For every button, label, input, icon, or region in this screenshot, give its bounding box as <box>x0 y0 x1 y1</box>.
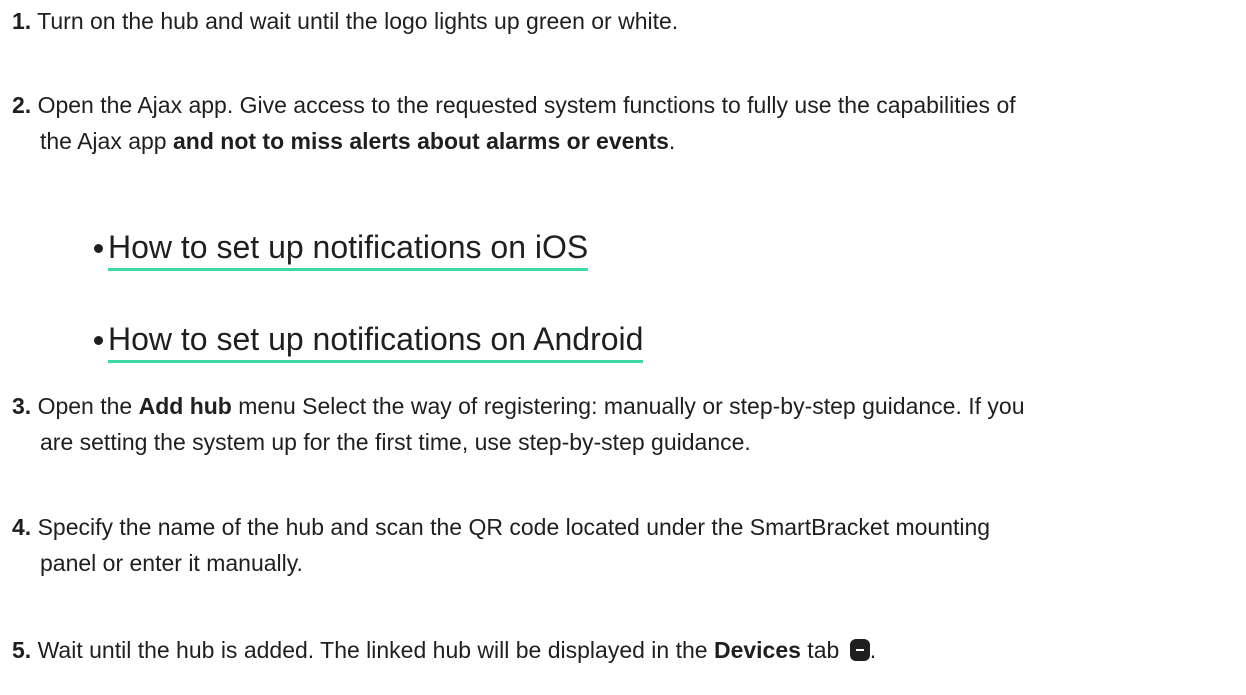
step-text: Specify the name of the hub and scan the… <box>37 514 991 540</box>
step-4: 4. Specify the name of the hub and scan … <box>12 509 1237 581</box>
bullet-icon <box>94 244 103 253</box>
instruction-document: 1. Turn on the hub and wait until the lo… <box>0 0 1246 695</box>
step-5: 5. Wait until the hub is added. The link… <box>12 632 1237 668</box>
step-line: the Ajax app and not to miss alerts abou… <box>12 123 1237 159</box>
step-text: tab <box>800 637 840 663</box>
step-text: are setting the system up for the first … <box>40 429 751 455</box>
step-text: panel or enter it manually. <box>40 550 303 576</box>
step-text: Open the Ajax app. Give access to the re… <box>37 92 1016 118</box>
step-line: are setting the system up for the first … <box>12 424 1237 460</box>
step-text: the Ajax app <box>40 128 173 154</box>
step-line: 3. Open the Add hub menu Select the way … <box>12 388 1237 424</box>
step-text: Open the <box>37 393 139 419</box>
step-number: 5. <box>12 637 32 663</box>
bullet-icon <box>94 336 103 345</box>
step-line: panel or enter it manually. <box>12 545 1237 581</box>
step-text: . <box>869 637 877 663</box>
step-text: Turn on the hub and wait until the logo … <box>37 8 679 34</box>
devices-tab-icon <box>849 639 870 661</box>
step-1: 1. Turn on the hub and wait until the lo… <box>12 3 1237 39</box>
step-line: 4. Specify the name of the hub and scan … <box>12 509 1237 545</box>
step-number: 1. <box>12 8 32 34</box>
step-text: menu Select the way of registering: manu… <box>231 393 1025 419</box>
step-number: 3. <box>12 393 32 419</box>
android-notifications-link[interactable]: How to set up notifications on Android <box>108 320 644 363</box>
step-emphasis: Add hub <box>138 393 232 419</box>
step-line: 2. Open the Ajax app. Give access to the… <box>12 87 1237 123</box>
step-2: 2. Open the Ajax app. Give access to the… <box>12 87 1237 159</box>
ios-notifications-link[interactable]: How to set up notifications on iOS <box>108 228 589 271</box>
step-emphasis: and not to miss alerts about alarms or e… <box>173 128 669 154</box>
step-3: 3. Open the Add hub menu Select the way … <box>12 388 1237 460</box>
step-number: 4. <box>12 514 32 540</box>
step-text: . <box>668 128 676 154</box>
step-number: 2. <box>12 92 32 118</box>
step-emphasis: Devices <box>713 637 801 663</box>
step-text: Wait until the hub is added. The linked … <box>37 637 714 663</box>
